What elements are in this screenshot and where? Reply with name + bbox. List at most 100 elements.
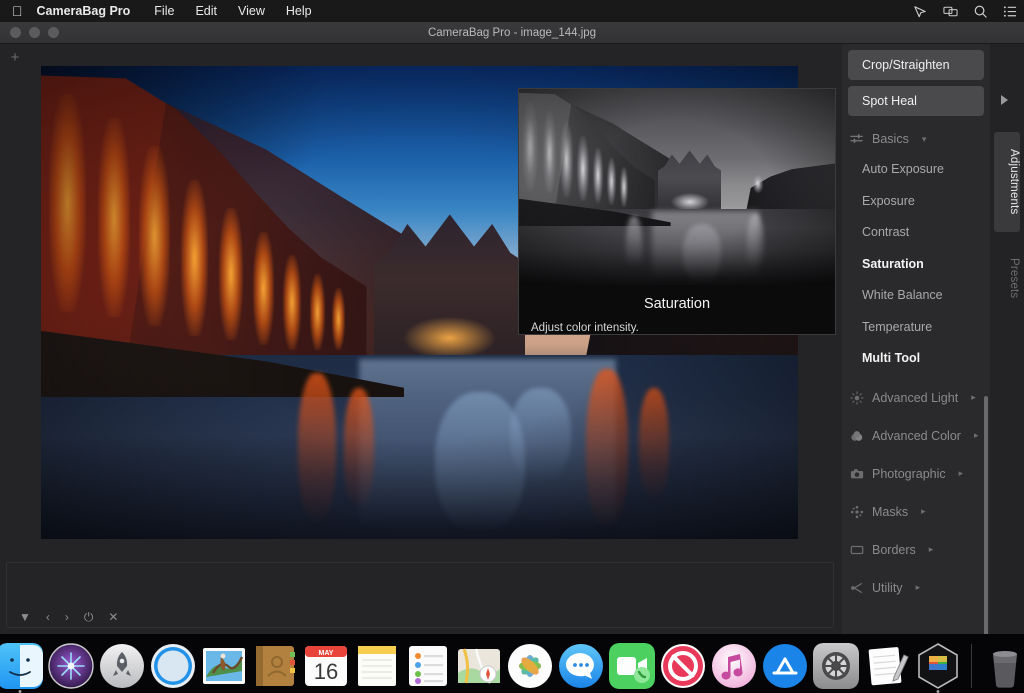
- utility-icon: [851, 582, 863, 593]
- adjustments-sidebar[interactable]: Crop/Straighten Spot Heal Basics ▾ Auto …: [842, 44, 990, 634]
- filmstrip-dropdown-toggle[interactable]: ▼: [19, 611, 31, 623]
- dock-item-finder[interactable]: [0, 643, 43, 693]
- close-window-button[interactable]: [10, 27, 21, 38]
- finder-icon: [0, 643, 43, 689]
- siri-icon: [47, 643, 94, 689]
- section-label-borders: Borders: [872, 542, 916, 557]
- system-preferences-icon: [812, 643, 859, 689]
- window-title-bar[interactable]: CameraBag Pro - image_144.jpg: [0, 22, 1024, 44]
- spot-heal-button[interactable]: Spot Heal: [848, 86, 984, 116]
- zoom-window-button[interactable]: [48, 27, 59, 38]
- contacts-icon: [255, 646, 295, 686]
- dock-item-photos[interactable]: [507, 643, 553, 689]
- svg-text:16: 16: [313, 659, 337, 684]
- tooltip-title: Saturation: [643, 296, 711, 312]
- app-store-icon: [762, 644, 807, 688]
- adjustment-white-balance[interactable]: White Balance: [842, 280, 990, 312]
- chevron-right-icon[interactable]: ▸: [971, 392, 976, 403]
- collapse-panel-arrow-icon[interactable]: [1001, 95, 1008, 105]
- dock-item-launchpad[interactable]: [99, 643, 145, 689]
- dock-item-notes[interactable]: [354, 643, 400, 689]
- filmstrip-panel[interactable]: ▼ ‹ › ⏻ ✕: [6, 562, 834, 628]
- desaturated-preview-image: [519, 89, 835, 285]
- screen-root:  CameraBag Pro File Edit View Help: [0, 0, 1024, 693]
- power-toggle-button[interactable]: ⏻: [84, 611, 94, 623]
- dock-item-reminders[interactable]: [405, 643, 451, 689]
- control-center-icon[interactable]: [1003, 4, 1018, 19]
- textedit-icon: [868, 647, 909, 686]
- dock-item-facetime[interactable]: [608, 643, 655, 689]
- dock-item-messages[interactable]: [558, 643, 604, 689]
- dock-item-do-not-disturb[interactable]: [660, 643, 706, 689]
- add-image-button[interactable]: +: [8, 50, 22, 65]
- chevron-right-icon[interactable]: ▸: [921, 506, 926, 517]
- section-header-borders[interactable]: Borders ▸: [842, 535, 990, 565]
- dock-item-safari[interactable]: [150, 643, 196, 689]
- traffic-lights: [10, 27, 59, 38]
- screen-sharing-icon[interactable]: [943, 4, 958, 19]
- adjustment-exposure[interactable]: Exposure: [842, 186, 990, 218]
- menu-item-view[interactable]: View: [238, 4, 265, 18]
- previous-image-button[interactable]: ‹: [46, 611, 50, 623]
- tab-adjustments[interactable]: Adjustments: [994, 132, 1020, 232]
- maps-icon: [457, 648, 500, 684]
- dock-item-siri[interactable]: [47, 643, 94, 689]
- minimize-window-button[interactable]: [29, 27, 40, 38]
- svg-text:MAY: MAY: [318, 650, 333, 657]
- section-label-basics: Basics: [872, 132, 909, 146]
- adjustment-contrast[interactable]: Contrast: [842, 217, 990, 249]
- dock-item-mail[interactable]: [201, 643, 247, 689]
- dock-item-app-store[interactable]: [762, 643, 808, 689]
- close-image-button[interactable]: ✕: [108, 611, 118, 623]
- masks-icon: [850, 505, 864, 518]
- dock-item-camerabag-pro[interactable]: [915, 643, 961, 693]
- chevron-right-icon[interactable]: ▸: [916, 582, 921, 593]
- section-label-masks: Masks: [872, 504, 909, 519]
- menu-item-file[interactable]: File: [154, 4, 174, 18]
- tab-presets[interactable]: Presets: [994, 240, 1020, 316]
- menu-app-name[interactable]: CameraBag Pro: [37, 4, 131, 18]
- chevron-right-icon[interactable]: ▸: [959, 468, 964, 479]
- adjustment-multi-tool[interactable]: Multi Tool: [842, 343, 990, 375]
- adjustment-auto-exposure[interactable]: Auto Exposure: [842, 154, 990, 186]
- dock-item-contacts[interactable]: [252, 643, 298, 689]
- macos-menu-bar:  CameraBag Pro File Edit View Help: [0, 0, 1024, 22]
- search-icon[interactable]: [973, 4, 988, 19]
- dock-item-textedit[interactable]: [864, 643, 910, 689]
- menu-item-help[interactable]: Help: [286, 4, 312, 18]
- camera-icon: [850, 468, 864, 478]
- sidebar-scrollbar[interactable]: [984, 396, 988, 634]
- adjustment-preview-tooltip: Saturation Adjust color intensity.: [518, 88, 836, 335]
- pointer-icon[interactable]: [913, 4, 928, 19]
- section-header-advanced-color[interactable]: Advanced Color ▸: [842, 421, 990, 451]
- color-drop-icon: [851, 430, 863, 441]
- menu-item-edit[interactable]: Edit: [195, 4, 217, 18]
- dock-item-system-preferences[interactable]: [812, 643, 859, 689]
- section-header-utility[interactable]: Utility ▸: [842, 573, 990, 603]
- apple-logo-icon[interactable]: : [12, 4, 23, 18]
- window-content: + ▼ ‹ › ⏻ ✕ Crop/Straighten Spot Heal Ba…: [0, 44, 1024, 634]
- dock-item-maps[interactable]: [456, 643, 502, 689]
- chevron-right-icon[interactable]: ▸: [929, 544, 934, 555]
- dock-item-itunes[interactable]: [711, 643, 757, 689]
- section-header-masks[interactable]: Masks ▸: [842, 497, 990, 527]
- next-image-button[interactable]: ›: [65, 611, 69, 623]
- dock-item-trash[interactable]: [982, 643, 1024, 689]
- section-label-advanced-color: Advanced Color: [872, 428, 961, 443]
- adjustment-saturation[interactable]: Saturation: [842, 249, 990, 281]
- messages-icon: [558, 644, 603, 688]
- dock-item-calendar[interactable]: MAY 16: [303, 643, 349, 689]
- sliders-icon: [850, 134, 863, 143]
- macos-dock: MAY 16: [0, 634, 1024, 693]
- section-header-basics[interactable]: Basics ▾: [842, 124, 990, 154]
- chevron-right-icon[interactable]: ▸: [974, 430, 979, 441]
- adjustment-temperature[interactable]: Temperature: [842, 312, 990, 344]
- section-header-photographic[interactable]: Photographic ▸: [842, 459, 990, 489]
- app-window: CameraBag Pro - image_144.jpg + ▼ ‹ › ⏻ …: [0, 22, 1024, 634]
- photos-icon: [507, 644, 552, 688]
- chevron-down-icon[interactable]: ▾: [922, 134, 927, 145]
- border-icon: [850, 545, 864, 554]
- section-header-advanced-light[interactable]: Advanced Light ▸: [842, 383, 990, 413]
- crop-straighten-button[interactable]: Crop/Straighten: [848, 50, 984, 80]
- filmstrip-toolbar: ▼ ‹ › ⏻ ✕: [19, 611, 118, 623]
